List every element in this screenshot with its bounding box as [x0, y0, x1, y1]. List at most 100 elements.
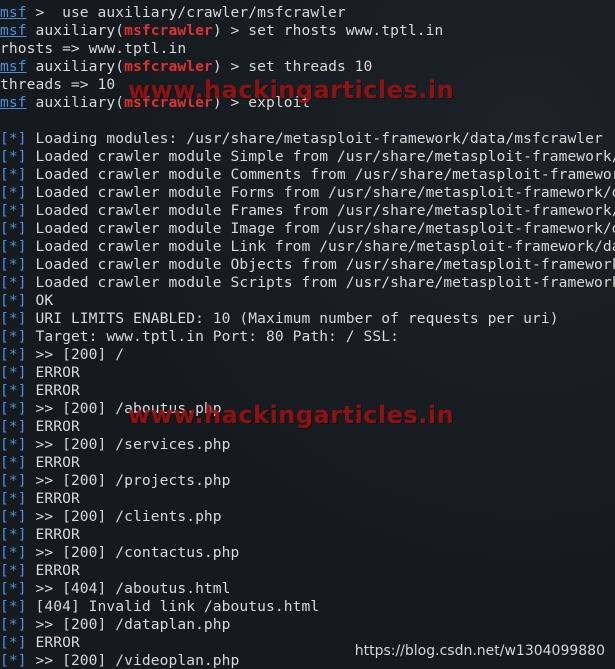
info-tag: [*] [0, 328, 27, 345]
log-line: [*] [404] Invalid link /aboutus.html [0, 598, 615, 616]
info-tag: [*] [0, 166, 27, 183]
log-text: ERROR [26, 382, 80, 399]
log-line: [*] Loaded crawler module Simple from /u… [0, 148, 615, 166]
info-tag: [*] [0, 418, 27, 435]
module-name: msfcrawler [124, 58, 213, 75]
info-tag: [*] [0, 184, 27, 201]
module-prefix: auxiliary( [26, 94, 125, 111]
info-tag: [*] [0, 562, 27, 579]
info-tag: [*] [0, 634, 27, 651]
log-line: [*] >> [200] /clients.php [0, 508, 615, 526]
log-text: >> [200] /services.php [26, 436, 231, 453]
log-text: ERROR [26, 634, 80, 651]
log-line: [*] >> [200] /projects.php [0, 472, 615, 490]
command-text: set rhosts www.tptl.in [248, 22, 444, 39]
log-text: Loaded crawler module Simple from /usr/s… [35, 148, 615, 165]
log-text: >> [200] / [26, 346, 125, 363]
msf-prompt: msf [0, 4, 27, 21]
csdn-watermark: https://blog.csdn.net/w1304099880 [354, 643, 605, 659]
log-text: Loaded crawler module Frames from /usr/s… [35, 202, 615, 219]
watermark-text: www.hackingarticles.in [128, 76, 455, 104]
log-text: Loaded crawler module Comments from /usr… [35, 166, 615, 183]
command-line: msf auxiliary(msfcrawler) > set threads … [0, 58, 615, 76]
log-text: Loaded crawler module Scripts from /usr/… [35, 274, 615, 291]
command-text: > use auxiliary/crawler/msfcrawler [26, 4, 346, 21]
info-tag: [*] [0, 616, 27, 633]
log-line: [*] ERROR [0, 364, 615, 382]
msf-prompt: msf [0, 58, 27, 75]
info-tag: [*] [0, 292, 27, 309]
module-prefix: auxiliary( [26, 58, 125, 75]
info-tag: [*] [0, 598, 27, 615]
log-line: [*] ERROR [0, 490, 615, 508]
log-line: [*] Loaded crawler module Link from /usr… [0, 238, 615, 256]
log-line: [*] ERROR [0, 562, 615, 580]
watermark-text: www.hackingarticles.in [128, 401, 455, 429]
log-text: Loaded crawler module Forms from /usr/sh… [35, 184, 615, 201]
info-tag: [*] [0, 544, 27, 561]
log-text: ERROR [26, 454, 80, 471]
msf-prompt: msf [0, 22, 27, 39]
log-text: URI LIMITS ENABLED: 10 (Maximum number o… [26, 310, 559, 327]
info-tag: [*] [0, 580, 27, 597]
info-tag: [*] [0, 346, 27, 363]
log-line: [*] Target: www.tptl.in Port: 80 Path: /… [0, 328, 615, 346]
info-tag: [*] [0, 382, 27, 399]
log-text: >> [200] /clients.php [26, 508, 222, 525]
info-tag: [*] [0, 220, 27, 237]
module-prefix: auxiliary( [26, 22, 125, 39]
info-tag: [*] [0, 508, 27, 525]
log-text: Loaded crawler module Link from /usr/sha… [35, 238, 615, 255]
info-tag: [*] [0, 652, 27, 669]
log-text: ERROR [26, 526, 80, 543]
log-text: Loaded crawler module Image from /usr/sh… [35, 220, 615, 237]
info-tag: [*] [0, 274, 27, 291]
info-tag: [*] [0, 148, 27, 165]
log-text: ERROR [26, 418, 80, 435]
log-line: [*] Loaded crawler module Scripts from /… [0, 274, 615, 292]
log-text: >> [200] /dataplan.php [26, 616, 231, 633]
log-text: ERROR [26, 490, 80, 507]
log-line: [*] Loaded crawler module Frames from /u… [0, 202, 615, 220]
command-line: msf > use auxiliary/crawler/msfcrawler [0, 4, 615, 22]
module-suffix: ) > [212, 22, 249, 39]
info-tag: [*] [0, 400, 27, 417]
command-text: set threads 10 [248, 58, 373, 75]
log-line: [*] >> [200] /dataplan.php [0, 616, 615, 634]
log-text: ERROR [26, 364, 80, 381]
log-line: [*] URI LIMITS ENABLED: 10 (Maximum numb… [0, 310, 615, 328]
info-tag: [*] [0, 238, 27, 255]
msf-prompt: msf [0, 94, 27, 111]
info-tag: [*] [0, 256, 27, 273]
log-line: [*] ERROR [0, 454, 615, 472]
info-tag: [*] [0, 202, 27, 219]
command-output: rhosts => www.tptl.in [0, 40, 187, 57]
log-line: [*] ERROR [0, 526, 615, 544]
log-text: Target: www.tptl.in Port: 80 Path: / SSL… [26, 328, 399, 345]
log-line: [*] ERROR [0, 382, 615, 400]
log-line: [*] >> [200] / [0, 346, 615, 364]
log-line: [*] Loaded crawler module Comments from … [0, 166, 615, 184]
log-text: >> [200] /projects.php [26, 472, 231, 489]
log-text: >> [200] /contactus.php [26, 544, 240, 561]
info-tag: [*] [0, 364, 27, 381]
log-line: [*] OK [0, 292, 615, 310]
info-tag: [*] [0, 454, 27, 471]
module-suffix: ) > [212, 58, 249, 75]
info-tag: [*] [0, 490, 27, 507]
log-line: [*] >> [200] /services.php [0, 436, 615, 454]
log-text: OK [26, 292, 54, 309]
log-output: [*] Loading modules: /usr/share/metasplo… [0, 130, 615, 669]
info-tag: [*] [0, 310, 27, 327]
log-line: [*] >> [404] /aboutus.html [0, 580, 615, 598]
log-text: ERROR [26, 562, 80, 579]
info-tag: [*] [0, 526, 27, 543]
command-line: msf auxiliary(msfcrawler) > set rhosts w… [0, 22, 615, 40]
log-text: >> [200] /videoplan.php [26, 652, 240, 669]
log-line: [*] >> [200] /contactus.php [0, 544, 615, 562]
log-text: >> [404] /aboutus.html [26, 580, 231, 597]
log-text: Loading modules: /usr/share/metasploit-f… [26, 130, 603, 147]
module-name: msfcrawler [124, 22, 213, 39]
log-line: [*] Loading modules: /usr/share/metasplo… [0, 130, 615, 148]
